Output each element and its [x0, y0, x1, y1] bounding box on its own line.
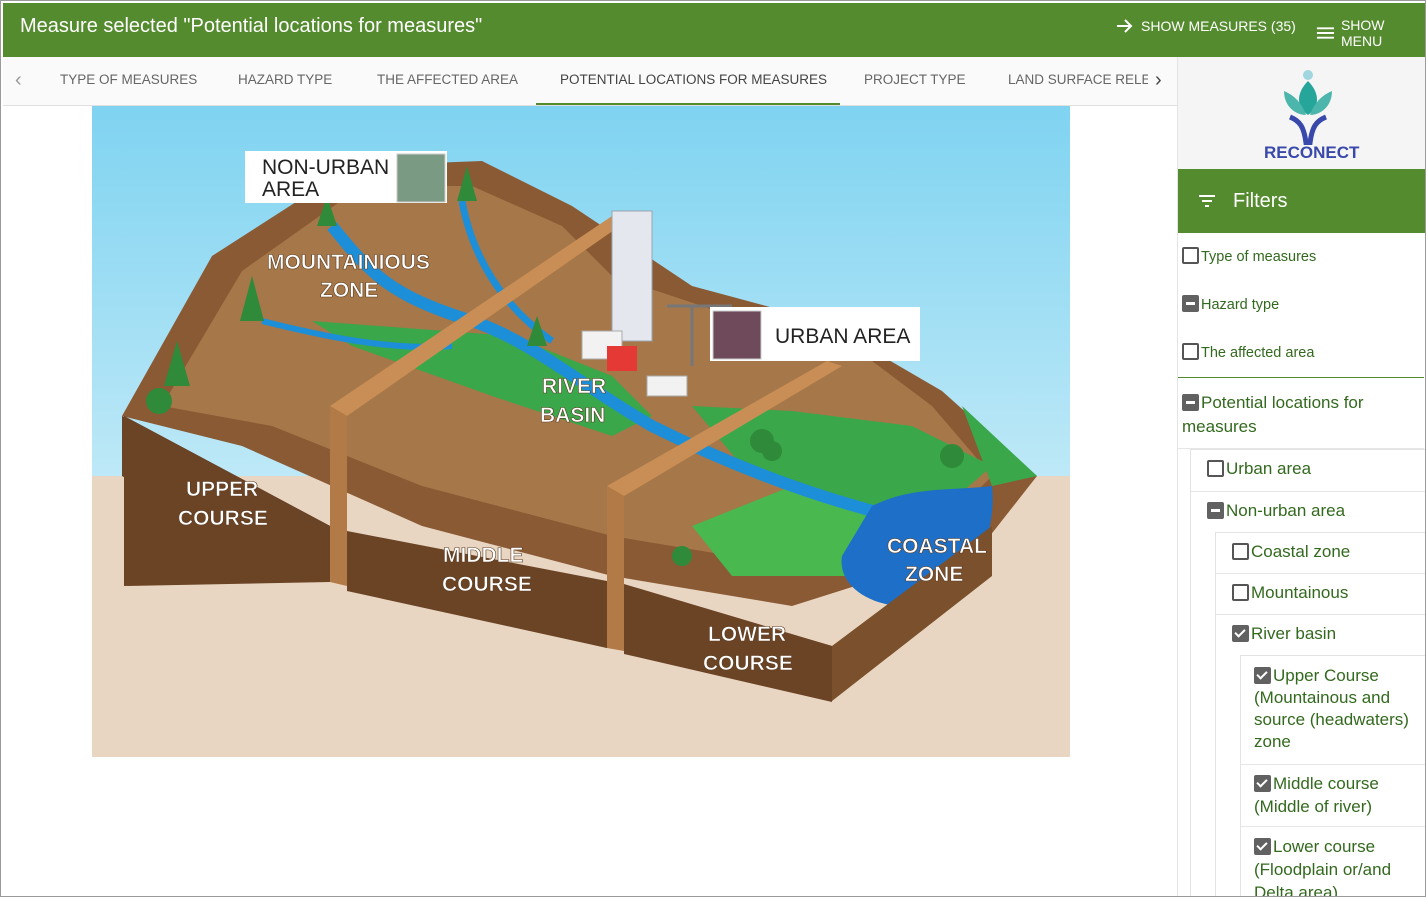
checkbox-checked-icon[interactable]	[1254, 667, 1271, 684]
checkbox-checked-icon[interactable]	[1254, 775, 1271, 792]
non-urban-legend: NON-URBAN AREA	[245, 151, 447, 203]
filter-hazard-type[interactable]: Hazard type	[1182, 295, 1279, 313]
upper-course-label-1: UPPER	[186, 478, 258, 501]
filter-potential-locations[interactable]: Potential locations for measures	[1182, 391, 1412, 439]
lotus-logo-icon	[1284, 70, 1332, 145]
page-title: Measure selected "Potential locations fo…	[20, 15, 483, 37]
checkbox-checked-icon[interactable]	[1254, 838, 1271, 855]
filter-label: Upper Course (Mountainous and source (he…	[1254, 666, 1409, 751]
arrow-right-icon	[1117, 19, 1133, 33]
filter-middle-course[interactable]: Middle course (Middle of river)	[1254, 772, 1422, 818]
filter-mountainous[interactable]: Mountainous	[1232, 583, 1348, 603]
urban-legend: URBAN AREA	[710, 307, 920, 361]
filter-label: Middle course (Middle of river)	[1254, 774, 1379, 816]
tab-hazard-type[interactable]: HAZARD TYPE	[238, 57, 332, 105]
show-measures-button[interactable]: SHOW MEASURES (35)	[1115, 17, 1296, 35]
tab-type-of-measures[interactable]: TYPE OF MEASURES	[60, 57, 197, 105]
filters-header: Filters	[1178, 169, 1425, 233]
filter-non-urban-area[interactable]: Non-urban area	[1207, 501, 1345, 521]
checkbox-indeterminate-icon[interactable]	[1182, 394, 1199, 411]
urban-label: URBAN AREA	[775, 325, 910, 348]
mountainous-label-2: ZONE	[320, 279, 378, 302]
filter-lower-course[interactable]: Lower course (Floodplain or/and Delta ar…	[1254, 835, 1422, 897]
middle-course-label-2: COURSE	[442, 573, 532, 596]
river-basin-illustration: NON-URBAN AREA URBAN AREA MOUNTAINIOUS Z…	[92, 106, 1070, 757]
checkbox-indeterminate-icon[interactable]	[1207, 502, 1224, 519]
filter-coastal-zone[interactable]: Coastal zone	[1232, 542, 1350, 562]
coastal-label-1: COASTAL	[887, 535, 987, 558]
non-urban-label-1: NON-URBAN	[262, 156, 389, 179]
checkbox-icon[interactable]	[1232, 584, 1249, 601]
river-basin-label-2: BASIN	[540, 404, 605, 427]
mountainous-label-1: MOUNTAINIOUS	[267, 251, 430, 274]
filter-label: Potential locations for measures	[1182, 393, 1364, 436]
filter-label: Urban area	[1226, 459, 1312, 478]
tab-project-type[interactable]: PROJECT TYPE	[864, 57, 966, 105]
divider	[1216, 614, 1425, 615]
checkbox-icon[interactable]	[1232, 543, 1249, 560]
tab-potential-locations[interactable]: POTENTIAL LOCATIONS FOR MEASURES	[536, 57, 840, 105]
checkbox-checked-icon[interactable]	[1232, 625, 1249, 642]
checkbox-icon[interactable]	[1207, 460, 1224, 477]
filter-upper-course[interactable]: Upper Course (Mountainous and source (he…	[1254, 665, 1422, 753]
checkbox-indeterminate-icon[interactable]	[1182, 295, 1199, 312]
upper-course-label-2: COURSE	[178, 507, 268, 530]
tab-affected-area[interactable]: THE AFFECTED AREA	[377, 57, 518, 105]
filter-label: Type of measures	[1201, 249, 1317, 265]
show-measures-label: SHOW MEASURES (35)	[1141, 18, 1296, 34]
divider	[1241, 764, 1425, 765]
filter-label: Lower course (Floodplain or/and Delta ar…	[1254, 837, 1392, 897]
lower-course-label-2: COURSE	[703, 652, 793, 675]
filter-label: River basin	[1251, 624, 1337, 643]
filter-river-basin[interactable]: River basin	[1232, 624, 1336, 644]
divider	[1216, 573, 1425, 574]
tabs-scroll-left-icon[interactable]: ‹	[15, 57, 22, 105]
lower-course-label-1: LOWER	[708, 623, 786, 646]
filter-urban-area[interactable]: Urban area	[1207, 459, 1311, 479]
tab-land-surface-relevance[interactable]: LAND SURFACE RELEVANCE	[1008, 57, 1148, 105]
divider	[1241, 826, 1425, 827]
filter-label: Coastal zone	[1251, 542, 1351, 561]
divider	[1191, 491, 1425, 492]
app-window: Measure selected "Potential locations fo…	[0, 0, 1426, 897]
menu-icon	[1316, 27, 1335, 39]
show-menu-button[interactable]: SHOW MENU	[1316, 17, 1425, 49]
tabs-scroll-right-icon[interactable]: ›	[1155, 57, 1162, 105]
filter-label: Non-urban area	[1226, 501, 1346, 520]
filters-sidebar: RECONECT Filters Type of measures Hazard…	[1177, 57, 1425, 897]
filter-label: Mountainous	[1251, 583, 1349, 602]
tab-bar: ‹ TYPE OF MEASURES HAZARD TYPE THE AFFEC…	[3, 57, 1177, 106]
logo-text: RECONECT	[1264, 143, 1360, 162]
non-urban-label-2: AREA	[262, 178, 319, 201]
coastal-label-2: ZONE	[905, 563, 963, 586]
middle-course-label-1: MIDDLE	[443, 544, 524, 567]
divider	[1178, 377, 1424, 378]
filter-label: Hazard type	[1201, 297, 1280, 313]
filters-title: Filters	[1233, 190, 1288, 212]
filter-affected-area[interactable]: The affected area	[1182, 343, 1314, 361]
filter-label: The affected area	[1201, 345, 1315, 361]
top-app-bar: Measure selected "Potential locations fo…	[3, 3, 1425, 57]
filter-type-of-measures[interactable]: Type of measures	[1182, 247, 1316, 265]
filter-list-icon	[1199, 195, 1215, 207]
show-menu-label: SHOW MENU	[1340, 17, 1385, 49]
checkbox-icon[interactable]	[1182, 247, 1199, 264]
reconect-logo: RECONECT	[1178, 57, 1425, 169]
river-basin-label-1: RIVER	[542, 375, 606, 398]
checkbox-icon[interactable]	[1182, 343, 1199, 360]
